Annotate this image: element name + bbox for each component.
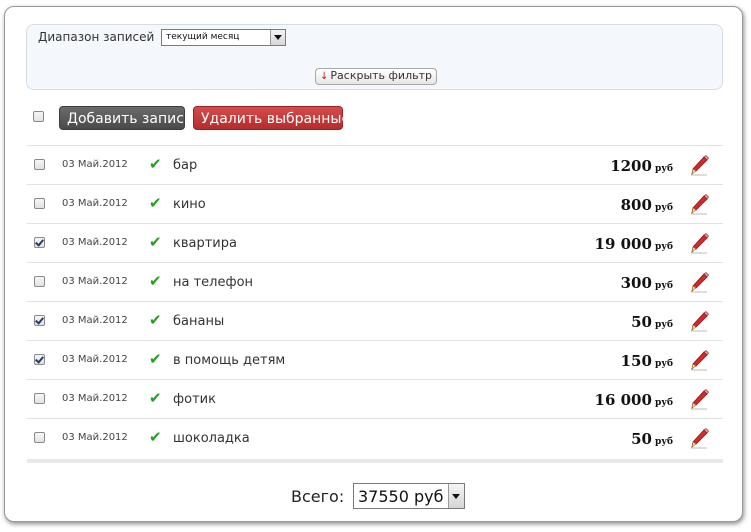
pencil-icon[interactable]	[688, 154, 710, 176]
amount-value: 50	[631, 430, 652, 448]
check-icon: ✔	[149, 272, 162, 290]
amount-value: 50	[631, 313, 652, 331]
range-select-value: текущий месяц	[166, 32, 240, 42]
filter-box: Диапазон записей текущий месяц ↓ Раскрыть…	[26, 24, 723, 90]
record-date: 03 Май.2012	[62, 198, 128, 209]
row-checkbox[interactable]	[34, 159, 45, 170]
record-date: 03 Май.2012	[62, 354, 128, 365]
row-checkbox[interactable]	[34, 432, 45, 443]
check-icon: ✔	[149, 194, 162, 212]
pencil-icon[interactable]	[688, 349, 710, 371]
pencil-icon[interactable]	[688, 310, 710, 332]
delete-selected-button[interactable]: Удалить выбранные	[193, 106, 350, 130]
amount-value: 800	[620, 196, 652, 214]
add-record-button[interactable]: Добавить запись	[59, 106, 192, 130]
list-item: 03 Май.2012 ✔ квартира 19 000 руб	[27, 223, 723, 262]
list-item: 03 Май.2012 ✔ бар 1200 руб	[27, 145, 723, 184]
expand-filter-button[interactable]: ↓ Раскрыть фильтр	[315, 68, 437, 85]
list-item: 03 Май.2012 ✔ в помощь детям 150 руб	[27, 340, 723, 379]
record-name: в помощь детям	[173, 353, 286, 368]
amount-currency: руб	[654, 398, 673, 408]
amount-currency: руб	[654, 203, 673, 213]
amount-currency: руб	[654, 437, 673, 447]
pencil-icon[interactable]	[688, 232, 710, 254]
amount-currency: руб	[654, 281, 673, 291]
total-value: 37550 руб	[358, 487, 444, 506]
record-date: 03 Май.2012	[62, 237, 128, 248]
list-item: 03 Май.2012 ✔ шоколадка 50 руб	[27, 418, 723, 457]
record-name: бананы	[173, 314, 225, 329]
row-checkbox[interactable]	[34, 198, 45, 209]
record-date: 03 Май.2012	[62, 315, 128, 326]
range-label: Диапазон записей	[38, 30, 155, 44]
amount-value: 150	[620, 352, 652, 370]
check-icon: ✔	[149, 155, 162, 173]
check-icon: ✔	[149, 233, 162, 251]
record-name: кино	[173, 197, 206, 212]
pencil-icon[interactable]	[688, 271, 710, 293]
record-name: бар	[173, 158, 198, 173]
record-amount: 150 руб	[621, 351, 673, 370]
list-divider	[27, 459, 723, 463]
record-amount: 50 руб	[631, 429, 673, 448]
expand-filter-label: Раскрыть фильтр	[330, 69, 432, 82]
amount-value: 1200	[610, 157, 652, 175]
pencil-icon[interactable]	[688, 388, 710, 410]
check-icon: ✔	[149, 389, 162, 407]
list-item: 03 Май.2012 ✔ фотик 16 000 руб	[27, 379, 723, 418]
row-checkbox[interactable]	[34, 276, 45, 287]
total-label: Всего:	[291, 487, 345, 506]
list-item: 03 Май.2012 ✔ на телефон 300 руб	[27, 262, 723, 301]
record-date: 03 Май.2012	[62, 393, 128, 404]
pencil-icon[interactable]	[688, 427, 710, 449]
amount-currency: руб	[654, 164, 673, 174]
record-amount: 300 руб	[621, 273, 673, 292]
records-panel: Диапазон записей текущий месяц ↓ Раскрыть…	[4, 6, 743, 522]
amount-currency: руб	[654, 359, 673, 369]
total-select[interactable]: 37550 руб	[353, 483, 465, 509]
row-checkbox[interactable]	[34, 315, 45, 326]
amount-currency: руб	[654, 242, 673, 252]
records-list: 03 Май.2012 ✔ бар 1200 руб 03 Май.2012 ✔ кино 80…	[27, 145, 723, 457]
row-checkbox[interactable]	[34, 354, 45, 365]
record-amount: 16 000 руб	[595, 390, 673, 409]
list-item: 03 Май.2012 ✔ бананы 50 руб	[27, 301, 723, 340]
record-name: фотик	[173, 392, 216, 407]
arrow-down-icon: ↓	[320, 71, 329, 82]
amount-currency: руб	[654, 320, 673, 330]
amount-value: 16 000	[594, 391, 652, 409]
record-name: квартира	[173, 236, 237, 251]
record-date: 03 Май.2012	[62, 159, 128, 170]
record-date: 03 Май.2012	[62, 276, 128, 287]
amount-value: 300	[620, 274, 652, 292]
check-icon: ✔	[149, 428, 162, 446]
chevron-down-icon[interactable]	[270, 30, 285, 45]
record-name: шоколадка	[173, 431, 250, 446]
amount-value: 19 000	[594, 235, 652, 253]
record-date: 03 Май.2012	[62, 432, 128, 443]
check-icon: ✔	[149, 350, 162, 368]
record-amount: 50 руб	[631, 312, 673, 331]
row-checkbox[interactable]	[34, 237, 45, 248]
pencil-icon[interactable]	[688, 193, 710, 215]
check-icon: ✔	[149, 311, 162, 329]
row-checkbox[interactable]	[34, 393, 45, 404]
record-name: на телефон	[173, 275, 254, 290]
list-item: 03 Май.2012 ✔ кино 800 руб	[27, 184, 723, 223]
record-amount: 1200 руб	[610, 156, 673, 175]
select-all-checkbox[interactable]	[33, 111, 44, 122]
range-select[interactable]: текущий месяц	[161, 29, 286, 46]
record-amount: 800 руб	[621, 195, 673, 214]
record-amount: 19 000 руб	[595, 234, 673, 253]
chevron-down-icon[interactable]	[448, 484, 464, 508]
